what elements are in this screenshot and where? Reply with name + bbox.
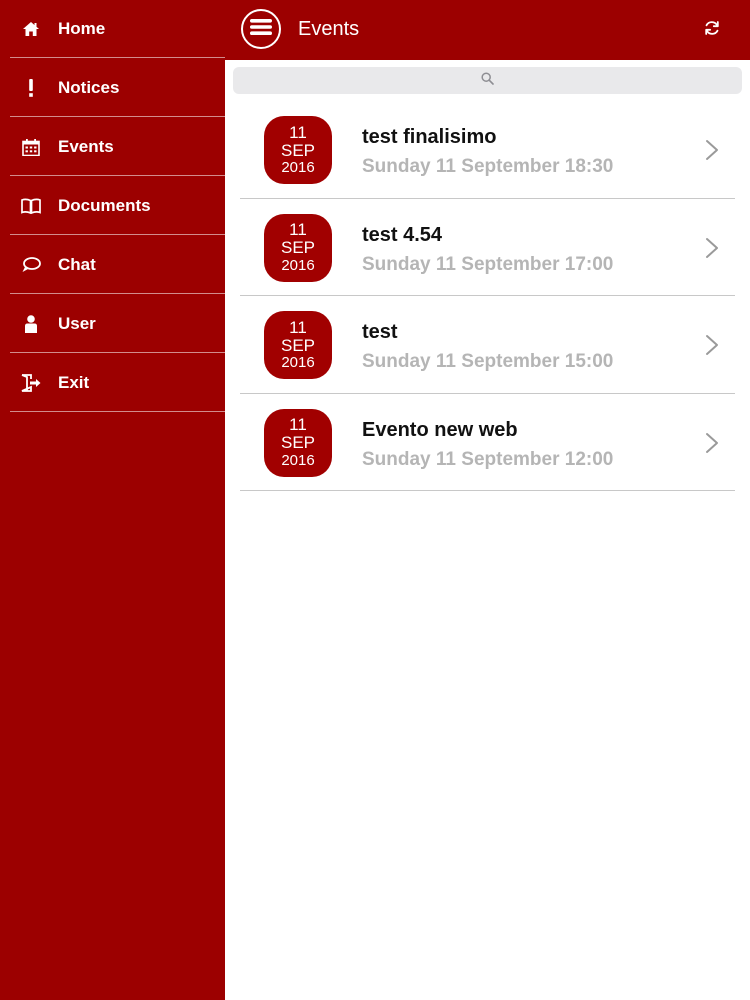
sidebar-item-exit[interactable]: Exit: [0, 354, 225, 412]
event-datetime: Sunday 11 September 18:30: [362, 156, 614, 177]
event-list-item[interactable]: 11 SEP 2016 test finalisimo Sunday 11 Se…: [240, 101, 735, 199]
refresh-button[interactable]: [700, 18, 724, 42]
sidebar-item-chat[interactable]: Chat: [0, 236, 225, 294]
event-title: Evento new web: [362, 418, 518, 441]
home-icon: [20, 18, 42, 40]
event-date-badge: 11 SEP 2016: [264, 408, 332, 477]
event-list-item[interactable]: 11 SEP 2016 test Sunday 11 September 15:…: [240, 296, 735, 394]
menu-divider: [10, 352, 225, 353]
chat-bubble-icon: [20, 254, 42, 276]
sidebar-item-label: User: [58, 314, 96, 333]
user-icon: [20, 313, 42, 335]
event-title: test 4.54: [362, 223, 443, 246]
event-day: 11: [289, 122, 307, 142]
sidebar-item-label: Chat: [58, 255, 96, 274]
sidebar-item-home[interactable]: Home: [0, 0, 225, 58]
event-datetime: Sunday 11 September 15:00: [362, 351, 614, 372]
search-bar[interactable]: [233, 67, 742, 94]
chevron-right-icon: [706, 237, 718, 258]
sidebar-item-label: Home: [58, 19, 106, 38]
event-month: SEP: [280, 238, 316, 258]
sidebar-item-label: Notices: [58, 78, 120, 97]
event-datetime: Sunday 11 September 17:00: [362, 253, 614, 275]
sidebar-item-label: Exit: [58, 373, 90, 392]
menu-toggle-button[interactable]: [241, 9, 281, 49]
book-icon: [20, 195, 42, 217]
calendar-icon: [20, 136, 42, 158]
sidebar-item-events[interactable]: Events: [0, 118, 225, 176]
event-month: SEP: [280, 335, 316, 355]
sidebar-menu: Home Notices Events Documents Chat User …: [0, 0, 225, 1000]
menu-divider: [10, 175, 225, 176]
event-year: 2016: [281, 354, 315, 372]
event-title: test: [362, 321, 398, 343]
refresh-icon: [704, 20, 720, 41]
event-list-item[interactable]: 11 SEP 2016 test 4.54 Sunday 11 Septembe…: [240, 199, 735, 296]
exit-icon: [20, 372, 42, 394]
exclamation-icon: [20, 77, 42, 99]
event-list-item[interactable]: 11 SEP 2016 Evento new web Sunday 11 Sep…: [240, 394, 735, 491]
menu-divider: [10, 293, 225, 294]
app-root: Home Notices Events Documents Chat User …: [0, 0, 750, 1000]
event-year: 2016: [281, 256, 315, 274]
event-month: SEP: [280, 433, 316, 453]
event-year: 2016: [281, 451, 315, 469]
event-day: 11: [289, 220, 307, 240]
navigation-bar: Events: [225, 0, 750, 60]
menu-divider: [10, 411, 225, 412]
menu-divider: [10, 57, 225, 58]
event-year: 2016: [281, 159, 315, 177]
menu-divider: [10, 234, 225, 235]
sidebar-item-label: Documents: [58, 196, 151, 215]
event-datetime: Sunday 11 September 12:00: [362, 448, 614, 470]
page-title: Events: [298, 18, 360, 40]
event-title: test finalisimo: [362, 126, 497, 148]
sidebar-item-notices[interactable]: Notices: [0, 59, 225, 117]
events-list: 11 SEP 2016 test finalisimo Sunday 11 Se…: [240, 101, 735, 491]
event-date-badge: 11 SEP 2016: [264, 213, 332, 282]
event-date-badge: 11 SEP 2016: [264, 116, 332, 184]
chevron-right-icon: [706, 432, 718, 453]
hamburger-icon: [250, 18, 272, 41]
menu-divider: [10, 116, 225, 117]
event-day: 11: [289, 317, 307, 337]
sidebar-item-documents[interactable]: Documents: [0, 177, 225, 235]
search-icon: [481, 71, 494, 90]
event-day: 11: [289, 415, 307, 435]
sidebar-item-user[interactable]: User: [0, 295, 225, 353]
chevron-right-icon: [706, 140, 718, 160]
event-month: SEP: [280, 140, 316, 160]
sidebar-item-label: Events: [58, 137, 114, 156]
event-date-badge: 11 SEP 2016: [264, 311, 332, 379]
chevron-right-icon: [706, 335, 718, 355]
events-panel: Events 11 SEP 2016 test finalisimo Sunda…: [225, 0, 750, 1000]
